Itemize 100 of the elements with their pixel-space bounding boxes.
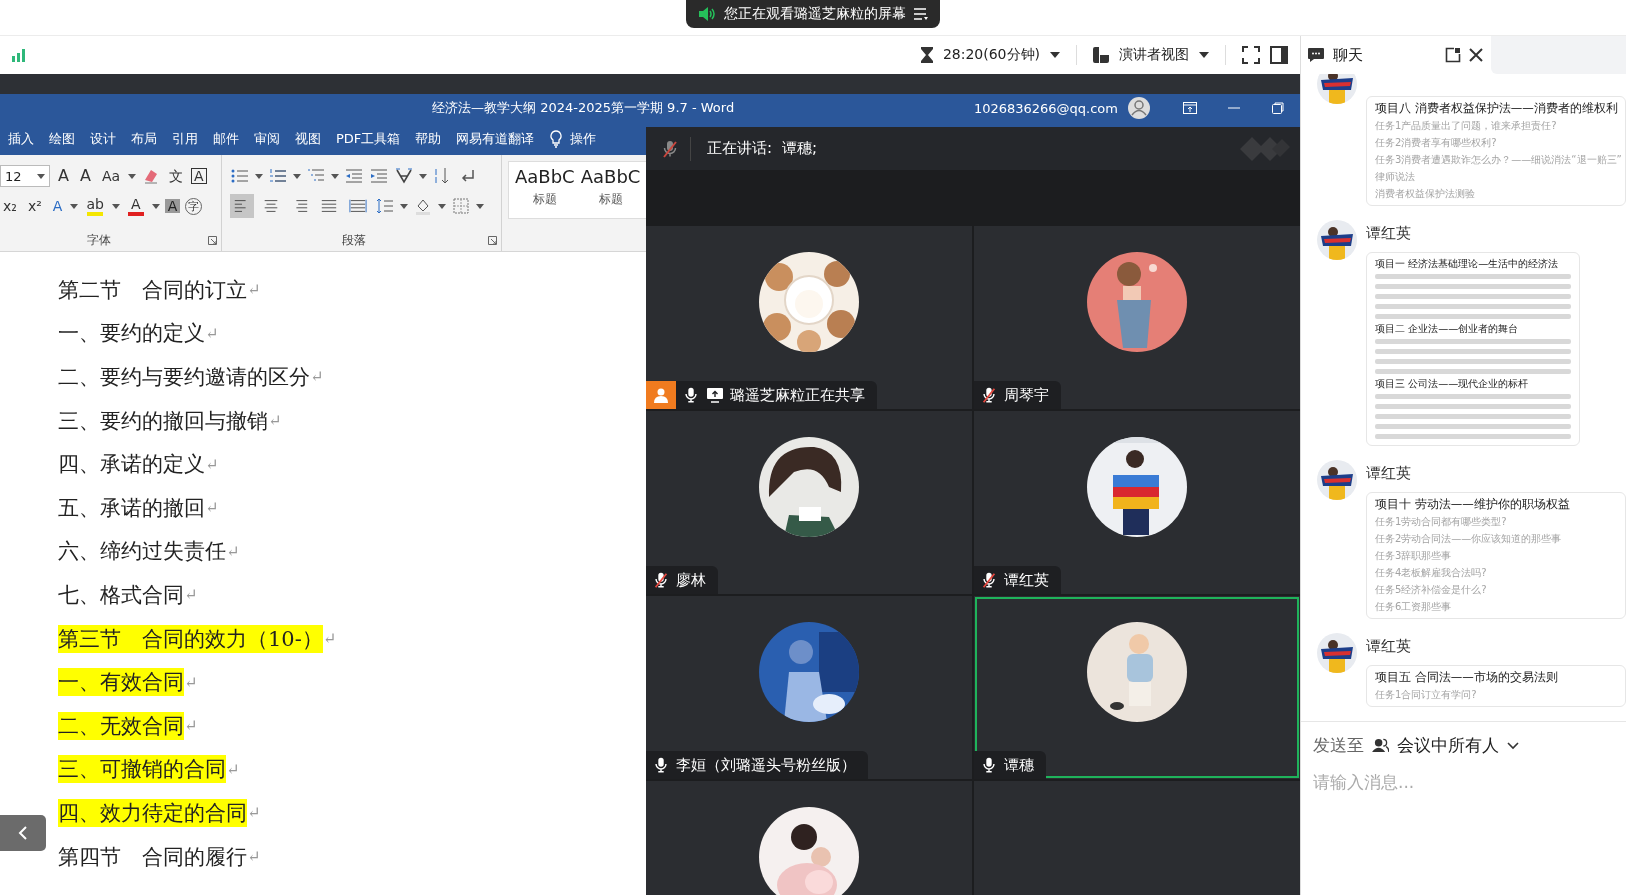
ribbon-tab[interactable]: PDF工具箱 [336, 129, 401, 148]
menu-icon[interactable] [914, 8, 928, 20]
shrink-button[interactable]: A [76, 168, 94, 184]
change-case-button[interactable]: Aa [98, 169, 124, 183]
sup-button[interactable]: x² [24, 199, 45, 213]
font-size-field[interactable]: 12 [0, 165, 50, 187]
document-line: 七、格式合同 [58, 581, 184, 609]
ribbon-tab[interactable]: 操作 [570, 129, 597, 148]
card-text: 消费者权益保护法测验 [1375, 187, 1476, 201]
ribbon-tab[interactable]: 引用 [172, 129, 198, 148]
banner-text: 您正在观看璐遥芝麻粒的屏幕 [724, 5, 906, 23]
caret-icon [419, 173, 427, 179]
ribbon-tab[interactable]: 布局 [131, 129, 157, 148]
muted-mic-icon [652, 571, 670, 589]
border-button[interactable]: A [191, 168, 207, 184]
sender-name: 谭红英 [1366, 224, 1412, 244]
video-tile[interactable]: 璐遥芝麻粒正在共享 [646, 226, 972, 409]
paragraph-mark: ↵ [205, 323, 219, 343]
card-text: 任务5经济补偿金是什么? [1375, 583, 1488, 597]
dialog-launcher-icon[interactable] [488, 236, 497, 245]
mic-icon [652, 756, 670, 774]
muted-mic-icon [980, 386, 998, 404]
speaker-name: 谭穗; [782, 139, 818, 158]
document-image-card[interactable]: 项目十 劳动法——维护你的职场权益 任务1劳动合同都有哪些类型? 任务2劳动合同法——你应该知道的那些事 任务3辞职那些事 任务4老板解雇我合法吗? 任务5经济补偿金是什么? 任务6工资那些事 [1366, 492, 1626, 619]
muted-mic-icon[interactable] [660, 138, 680, 159]
user-avatar-icon[interactable] [1128, 97, 1150, 119]
font-color-button[interactable]: A [124, 196, 147, 216]
recipient-dropdown[interactable]: 会议中所有人 [1372, 734, 1519, 757]
caret-icon [438, 203, 446, 209]
card-text: 任务6工资那些事 [1375, 600, 1453, 614]
screen-share-banner[interactable]: 您正在观看璐遥芝麻粒的屏幕 [686, 0, 940, 28]
ribbon-tab[interactable]: 绘图 [49, 129, 75, 148]
paragraph-mark: ↵ [247, 280, 261, 300]
paragraph-mark: ↵ [184, 585, 198, 605]
video-tile[interactable]: 谭穗 [974, 596, 1300, 779]
caret-icon [293, 173, 301, 179]
align-icon [320, 197, 338, 215]
paragraph-mark: ↵ [226, 541, 240, 561]
speaking-label: 正在讲话: [707, 139, 773, 158]
group-label: 字体 [85, 231, 112, 249]
chevron-left-icon [18, 826, 28, 840]
style-sample[interactable]: AaBbC [515, 166, 575, 187]
caret-icon [331, 173, 339, 179]
document-image-card[interactable]: 项目五 合同法——市场的交易法则 任务1合同订立有学问? [1366, 665, 1626, 707]
caret-icon [151, 203, 160, 209]
chat-icon [1307, 47, 1325, 63]
caret-icon [476, 203, 484, 209]
panel-title: 聊天 [1333, 45, 1363, 65]
video-tile[interactable]: 李姮（刘璐遥头号粉丝版） [646, 596, 972, 779]
phonetic-button[interactable]: 文 [166, 169, 187, 183]
ribbon-tab[interactable]: 网易有道翻译 [456, 129, 535, 148]
minimize-icon [1228, 107, 1240, 109]
card-text: 律师说法 [1375, 170, 1416, 184]
ribbon-tab[interactable]: 审阅 [254, 129, 280, 148]
caret-icon [111, 203, 120, 209]
pop-out-icon [1445, 47, 1461, 63]
sub-button[interactable]: x₂ [0, 199, 20, 213]
caret-icon[interactable] [1199, 52, 1209, 58]
caret-icon[interactable] [1050, 52, 1060, 58]
document-line: 第二节 合同的订立 [58, 276, 247, 304]
card-text: 任务1产品质量出了问题，谁来承担责任? [1375, 119, 1558, 133]
fullscreen-icon[interactable] [1242, 46, 1260, 64]
split-view-icon[interactable] [1270, 46, 1288, 64]
ribbon-tab[interactable]: 设计 [90, 129, 116, 148]
align-button[interactable] [230, 194, 254, 218]
video-tile[interactable]: 谭红英 [974, 411, 1300, 594]
document-line: 一、要约的定义 [58, 320, 205, 348]
card-heading: 项目十 劳动法——维护你的职场权益 [1375, 497, 1571, 512]
document-line: 第四节 合同的履行 [58, 843, 247, 871]
style-sample[interactable]: AaBbC [580, 166, 641, 187]
participant-name: 廖林 [676, 570, 706, 590]
lightbulb-icon[interactable] [549, 129, 564, 148]
document-image-card[interactable]: 项目一 经济法基础理论—生活中的经济法 项目二 企业法——创业者的舞台 项目三 公司法——现代企业的标杆 [1366, 252, 1580, 446]
ribbon-tab[interactable]: 帮助 [415, 129, 442, 148]
mic-icon [980, 756, 998, 774]
video-tile[interactable]: 周琴宇 [974, 226, 1300, 409]
caret-icon [70, 203, 79, 209]
grow-button[interactable]: A [55, 168, 72, 184]
shade-button[interactable]: A [164, 199, 181, 213]
ribbon-tab[interactable]: 邮件 [213, 129, 239, 148]
view-mode-label[interactable]: 演讲者视图 [1119, 46, 1189, 64]
dialog-launcher-icon[interactable] [208, 236, 217, 245]
card-text: 任务4老板解雇我合法吗? [1375, 566, 1488, 580]
collapse-button[interactable] [0, 815, 46, 851]
caret-icon [400, 203, 408, 209]
paragraph-mark: ↵ [205, 498, 219, 518]
style-name: 标题 [598, 191, 623, 208]
chevron-down-icon [1507, 741, 1519, 750]
text-effect-button[interactable]: A [49, 199, 66, 213]
card-text: 任务1劳动合同都有哪些类型? [1375, 515, 1508, 529]
ribbon-display-icon [1183, 102, 1197, 114]
video-tile[interactable]: 廖林 [646, 411, 972, 594]
restore-icon [1272, 102, 1284, 114]
highlight-button[interactable]: ab [83, 196, 107, 216]
close-button[interactable] [1469, 48, 1483, 62]
paragraph-mark: ↵ [247, 847, 261, 866]
ribbon-tab[interactable]: 视图 [295, 129, 321, 148]
ribbon-tab[interactable]: 插入 [8, 129, 34, 148]
participant-name: 谭红英 [1004, 570, 1049, 590]
pop-out-button[interactable] [1445, 47, 1461, 63]
